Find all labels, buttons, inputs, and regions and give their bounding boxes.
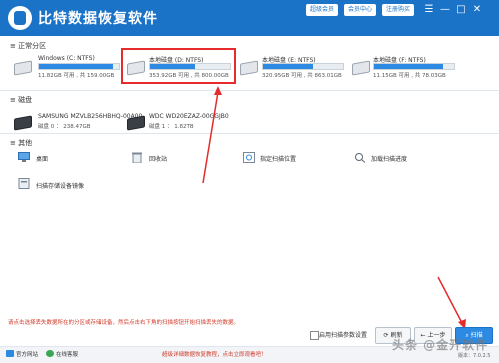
website-icon <box>6 350 14 357</box>
version-label: 版本：7.0.2.5 <box>458 353 491 359</box>
online-service-link[interactable]: 在线客服 <box>56 350 78 358</box>
tutorial-link[interactable]: 超级详细数据恢复教程，点击立即观看吧！ <box>162 350 267 358</box>
watermark: 头条 @金开软件 <box>392 338 489 352</box>
customer-service-icon <box>46 350 54 357</box>
scan-params-checkbox[interactable] <box>310 331 319 340</box>
official-website-link[interactable]: 官方网站 <box>16 350 38 358</box>
scan-params-label: 启用扫描参数设置 <box>319 332 368 339</box>
instruction-tip: 请点击选择丢失数据所在的分区或存储设备，然后点击右下角的扫描按钮开始扫描丢失的数… <box>8 320 240 326</box>
annotation-arrows <box>202 86 466 329</box>
